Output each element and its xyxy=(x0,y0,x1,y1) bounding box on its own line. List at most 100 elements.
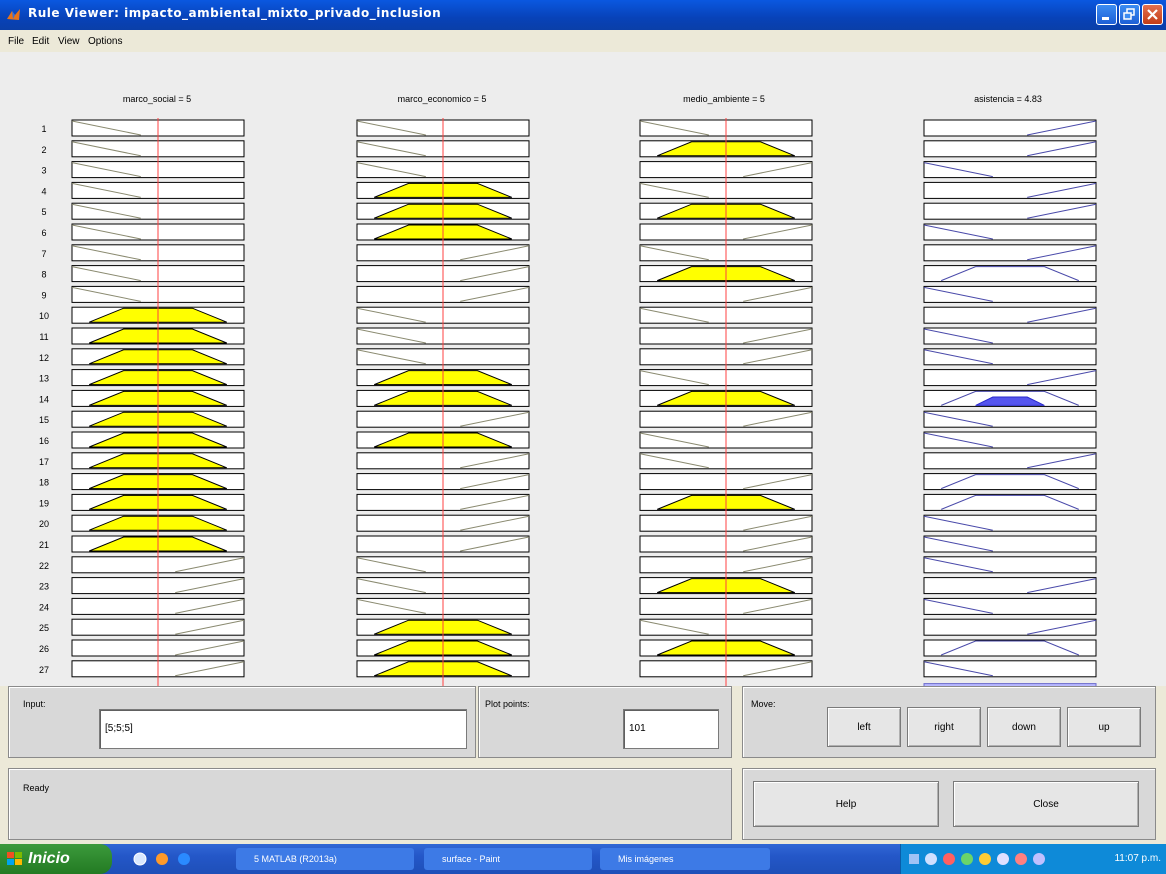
close-window-button[interactable] xyxy=(1142,4,1163,25)
plot-points-panel: Plot points: 101 xyxy=(478,686,732,758)
mf-box xyxy=(923,202,1097,220)
input-field[interactable]: [5;5;5] xyxy=(99,709,467,749)
rule-number: 2 xyxy=(41,145,46,155)
mf-box xyxy=(923,556,1097,574)
input-panel: Input: [5;5;5] xyxy=(8,686,476,758)
mf-box xyxy=(923,348,1097,366)
task-mis-imagenes-label: Mis imágenes xyxy=(618,854,674,864)
title-bar: Rule Viewer: impacto_ambiental_mixto_pri… xyxy=(0,0,1166,30)
variable-label: marco_social = 5 xyxy=(123,94,191,104)
move-up-button[interactable]: up xyxy=(1067,707,1141,747)
mf-box xyxy=(923,285,1097,303)
task-paint-label: surface - Paint xyxy=(442,854,501,864)
rule-number: 7 xyxy=(41,249,46,259)
start-label: Inicio xyxy=(28,850,70,867)
rule-number: 20 xyxy=(39,519,49,529)
clock: 11:07 p.m. xyxy=(1114,853,1161,864)
move-down-button[interactable]: down xyxy=(987,707,1061,747)
help-button[interactable]: Help xyxy=(753,781,939,827)
rule-number: 10 xyxy=(39,311,49,321)
mf-box xyxy=(923,639,1097,657)
mf-box xyxy=(923,514,1097,532)
rule-number: 16 xyxy=(39,436,49,446)
system-tray: 11:07 p.m. xyxy=(900,844,1166,874)
mf-box xyxy=(923,410,1097,428)
variable-label: asistencia = 4.83 xyxy=(974,94,1042,104)
rule-number: 14 xyxy=(39,394,49,404)
move-right-button[interactable]: right xyxy=(907,707,981,747)
mf-box xyxy=(923,244,1097,262)
restore-icon xyxy=(1123,8,1135,20)
close-button[interactable]: Close xyxy=(953,781,1139,827)
rule-number: 25 xyxy=(39,623,49,633)
input-label: Input: xyxy=(23,699,46,709)
rule-number: 23 xyxy=(39,582,49,592)
minimize-button[interactable] xyxy=(1096,4,1117,25)
mf-box xyxy=(923,452,1097,470)
rule-number: 12 xyxy=(39,353,49,363)
mf-box xyxy=(923,265,1097,283)
quick-launch xyxy=(132,851,202,872)
mf-box xyxy=(923,306,1097,324)
rule-number: 19 xyxy=(39,498,49,508)
rule-number: 5 xyxy=(41,207,46,217)
mf-box xyxy=(923,597,1097,615)
task-matlab-label: 5 MATLAB (R2013a) xyxy=(254,854,337,864)
task-mis-imagenes[interactable]: Mis imágenes xyxy=(600,848,770,870)
status-text: Ready xyxy=(23,783,50,793)
rule-number: 13 xyxy=(39,374,49,384)
variable-label: medio_ambiente = 5 xyxy=(683,94,765,104)
rule-number: 8 xyxy=(41,270,46,280)
minimize-icon xyxy=(1102,17,1109,20)
rule-number: 4 xyxy=(41,186,46,196)
quick-launch-icons[interactable] xyxy=(132,851,202,867)
plot-points-field[interactable]: 101 xyxy=(623,709,719,749)
menu-view[interactable]: View xyxy=(58,36,80,47)
mf-box xyxy=(923,577,1097,595)
rule-number: 11 xyxy=(39,332,48,342)
mf-box xyxy=(923,431,1097,449)
rule-number: 17 xyxy=(39,457,49,467)
rule-number: 6 xyxy=(41,228,46,238)
plot-points-label: Plot points: xyxy=(485,699,530,709)
windows-logo-icon xyxy=(7,852,22,865)
window-title: Rule Viewer: impacto_ambiental_mixto_pri… xyxy=(28,6,442,20)
mf-box xyxy=(923,369,1097,387)
rule-number: 21 xyxy=(39,540,49,550)
action-panel: Help Close xyxy=(742,768,1156,840)
mf-box xyxy=(923,140,1097,158)
rule-number: 9 xyxy=(41,290,46,300)
menu-edit[interactable]: Edit xyxy=(32,36,49,47)
rule-number: 1 xyxy=(41,124,46,134)
menu-options[interactable]: Options xyxy=(88,36,122,47)
close-icon xyxy=(1147,9,1158,20)
tray-icons[interactable] xyxy=(907,851,1067,867)
rule-number: 3 xyxy=(41,166,46,176)
rule-number: 22 xyxy=(39,561,49,571)
task-paint[interactable]: surface - Paint xyxy=(424,848,592,870)
rule-number: 26 xyxy=(39,644,49,654)
start-button[interactable]: Inicio xyxy=(0,844,112,874)
rules-plot[interactable]: marco_social = 5 marco_economico = 5 medio… xyxy=(0,52,1166,686)
mf-box xyxy=(923,493,1097,511)
mf-box xyxy=(923,161,1097,179)
status-panel: Ready xyxy=(8,768,732,840)
rule-number: 18 xyxy=(39,478,49,488)
task-matlab[interactable]: 5 MATLAB (R2013a) xyxy=(236,848,414,870)
mf-box xyxy=(923,327,1097,345)
mf-box xyxy=(923,223,1097,241)
maximize-button[interactable] xyxy=(1119,4,1140,25)
move-label: Move: xyxy=(751,699,776,709)
menu-file[interactable]: File xyxy=(8,36,24,47)
mf-box xyxy=(923,618,1097,636)
variable-label: marco_economico = 5 xyxy=(398,94,487,104)
mf-box xyxy=(923,660,1097,678)
rule-number: 24 xyxy=(39,602,49,612)
mf-box xyxy=(923,181,1097,199)
mf-box xyxy=(923,119,1097,137)
menu-bar: File Edit View Options xyxy=(0,30,1166,52)
rule-number: 27 xyxy=(39,665,49,675)
matlab-icon xyxy=(7,9,20,20)
move-left-button[interactable]: left xyxy=(827,707,901,747)
taskbar: Inicio 5 MATLAB (R2013a) surface - Paint… xyxy=(0,844,1166,874)
